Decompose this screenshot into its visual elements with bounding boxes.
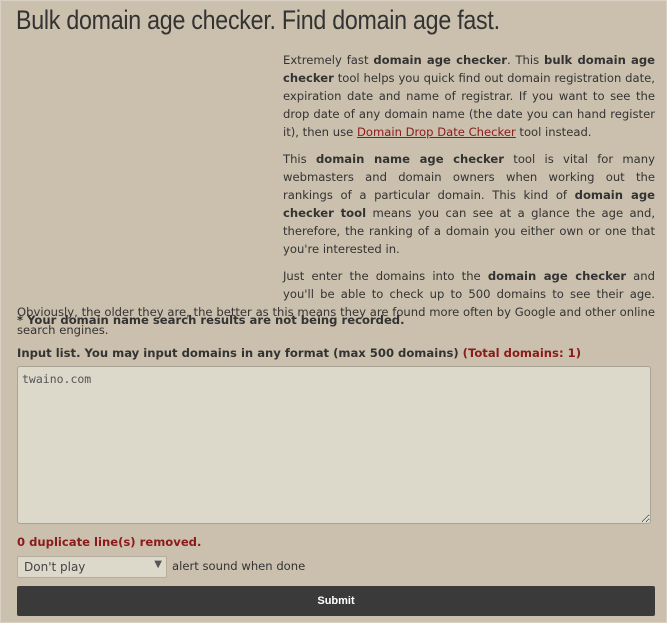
total-domains-count: (Total domains: 1): [462, 346, 581, 360]
dropdown-arrow-icon: ▼: [154, 559, 162, 570]
domain-list-input[interactable]: [17, 366, 651, 524]
submit-button[interactable]: Submit: [17, 586, 655, 616]
ad-placeholder: [17, 51, 283, 291]
alert-sound-select[interactable]: Don't play ▼: [17, 556, 167, 578]
alert-sound-selected-value: Don't play: [24, 560, 86, 574]
privacy-note: * Your domain name search results are no…: [17, 313, 405, 327]
description: Extremely fast domain age checker. This …: [17, 51, 655, 348]
duplicates-removed-status: 0 duplicate line(s) removed.: [17, 535, 202, 549]
alert-sound-label: alert sound when done: [172, 559, 306, 573]
page-title: Bulk domain age checker. Find domain age…: [16, 5, 500, 35]
input-list-label: Input list. You may input domains in any…: [17, 346, 581, 360]
domain-drop-date-checker-link[interactable]: Domain Drop Date Checker: [357, 125, 516, 139]
